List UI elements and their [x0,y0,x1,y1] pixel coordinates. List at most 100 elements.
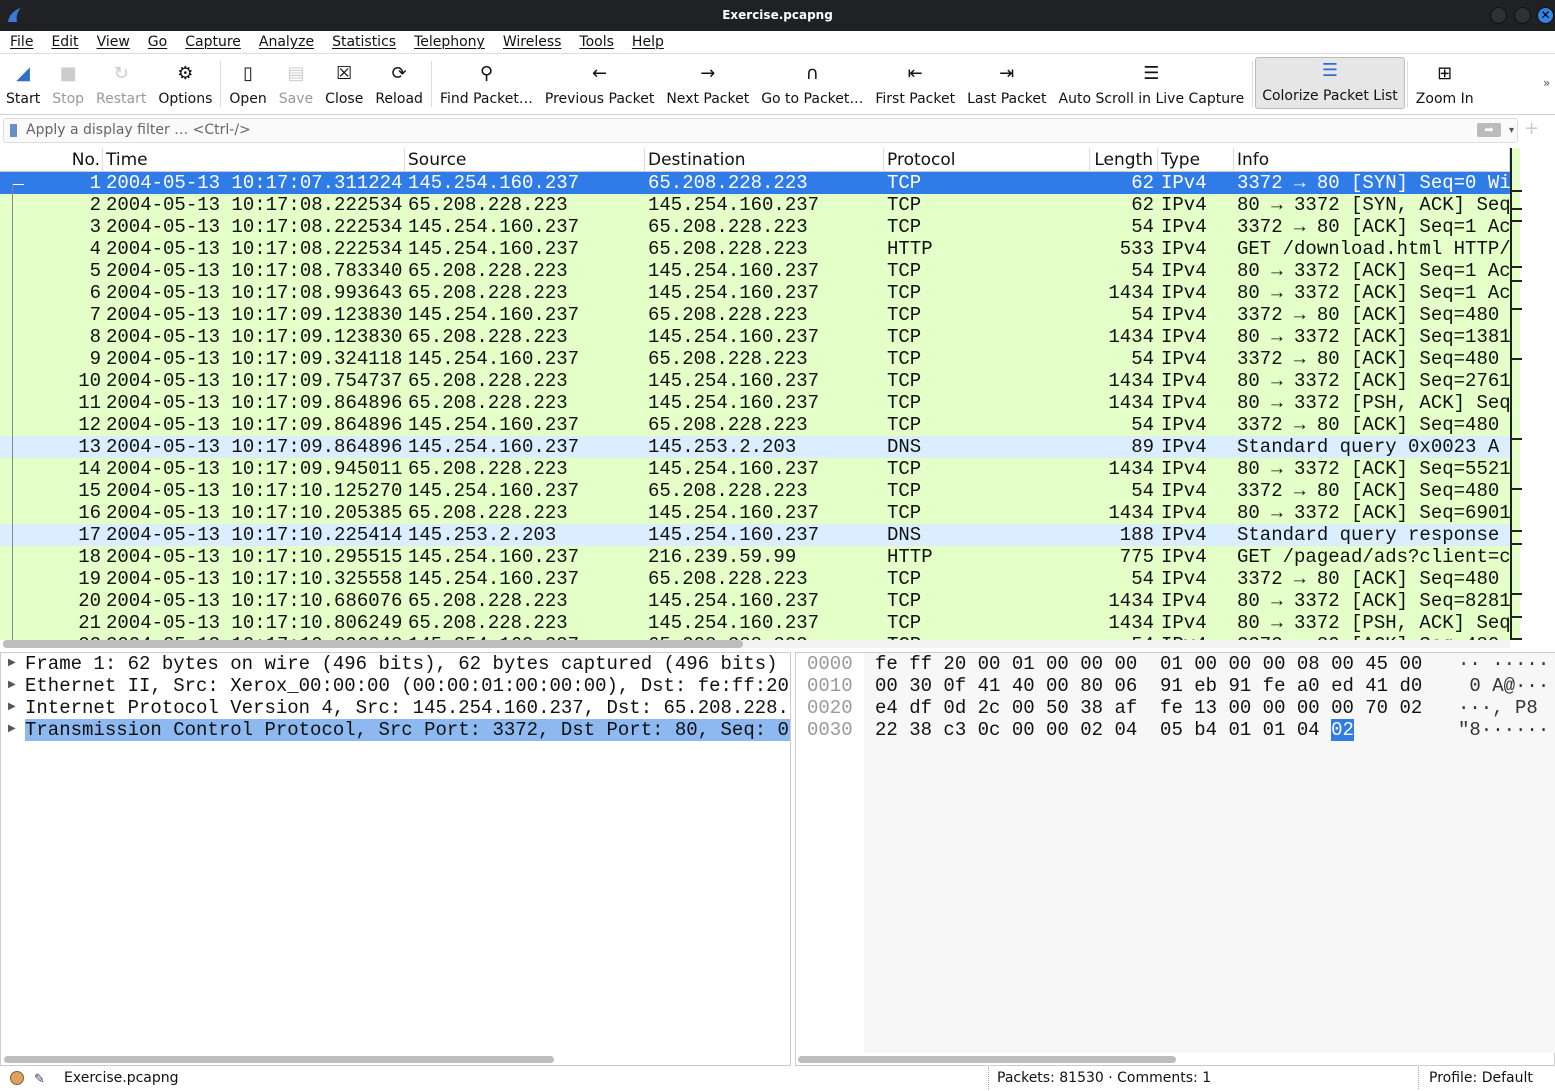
hex-bytes[interactable]: fe ff 20 00 01 00 00 00 01 00 00 00 08 0… [875,653,1422,675]
packet-row[interactable]: 21 2004-05-13 10:17:10.806249 65.208.228.2… [0,612,1510,634]
toolbar-options-button[interactable]: ⚙ Options [152,55,218,111]
column-header-source[interactable]: Source [405,148,645,171]
column-header-info[interactable]: Info [1234,148,1510,171]
menu-view[interactable]: View [87,31,138,53]
packet-row[interactable]: 1 2004-05-13 10:17:07.311224 145.254.160.2… [0,172,1510,194]
display-filter-input[interactable]: Apply a display filter … <Ctrl-/> ➡ ▾ [3,118,1518,143]
bookmark-icon[interactable] [10,124,17,137]
toolbar-last-packet-button[interactable]: ⇥ Last Packet [961,55,1052,111]
cell-destination: 145.254.160.237 [648,326,820,348]
menu-go[interactable]: Go [138,31,175,53]
apply-filter-arrow-icon[interactable]: ➡ [1477,123,1501,137]
menu-file[interactable]: File [0,31,41,53]
packet-row[interactable]: 6 2004-05-13 10:17:08.993643 65.208.228.22… [0,282,1510,304]
ascii-bytes[interactable]: ·· ····· [1458,653,1549,675]
packet-row[interactable]: 5 2004-05-13 10:17:08.783340 65.208.228.22… [0,260,1510,282]
toolbar-open-button[interactable]: ▯ Open [223,55,272,111]
hex-bytes[interactable]: 22 38 c3 0c 00 00 02 04 05 b4 01 01 04 0… [875,719,1354,741]
toolbar-overflow-button[interactable]: » [1543,76,1550,90]
detail-tree-item[interactable]: ▶ Internet Protocol Version 4, Src: 145.2… [1,697,790,719]
expand-triangle-icon[interactable]: ▶ [8,675,16,697]
packet-list-hscrollbar[interactable] [3,640,1510,648]
packet-row[interactable]: 19 2004-05-13 10:17:10.325558 145.254.160.… [0,568,1510,590]
hex-bytes[interactable]: e4 df 0d 2c 00 50 38 af fe 13 00 00 00 0… [875,697,1422,719]
add-filter-button-icon[interactable]: + [1524,118,1539,139]
ascii-bytes[interactable]: ···, P8 [1458,697,1538,719]
detail-tree-item[interactable]: ▶ Ethernet II, Src: Xerox_00:00:00 (00:00… [1,675,790,697]
menu-edit[interactable]: Edit [41,31,86,53]
profile-label[interactable]: Profile: Default [1418,1067,1533,1089]
toolbar-close-button[interactable]: ☒ Close [319,55,369,111]
scroll-thumb[interactable] [3,640,743,648]
expand-triangle-icon[interactable]: ▶ [8,697,16,719]
menu-telephony[interactable]: Telephony [404,31,493,53]
packet-row[interactable]: 9 2004-05-13 10:17:09.324118 145.254.160.2… [0,348,1510,370]
close-window-button[interactable]: ✕ [1537,7,1554,24]
hex-bytes-part[interactable]: 22 38 c3 0c 00 00 02 04 05 b4 01 01 04 [875,719,1331,741]
packet-list[interactable]: No. Time Source Destination Protocol Length Ty… [0,148,1510,640]
detail-tree-item[interactable]: ▶ Frame 1: 62 bytes on wire (496 bits), 6… [1,653,790,675]
hex-bytes[interactable]: 00 30 0f 41 40 00 80 06 91 eb 91 fe a0 e… [875,675,1422,697]
maximize-button[interactable] [1514,7,1531,24]
packet-row[interactable]: 11 2004-05-13 10:17:09.864896 65.208.228.2… [0,392,1510,414]
toolbar-find-packet-button[interactable]: ⚲ Find Packet… [434,55,539,111]
packet-row[interactable]: 3 2004-05-13 10:17:08.222534 145.254.160.2… [0,216,1510,238]
menu-analyze[interactable]: Analyze [249,31,322,53]
expand-triangle-icon[interactable]: ▶ [8,719,16,741]
cell-source: 145.254.160.237 [408,436,580,458]
toolbar-save-button[interactable]: ▤ Save [273,55,319,111]
cell-time: 2004-05-13 10:17:09.754737 [106,370,403,392]
packet-row[interactable]: 14 2004-05-13 10:17:09.945011 65.208.228.2… [0,458,1510,480]
minimize-button[interactable] [1490,7,1507,24]
hex-byte-highlighted[interactable]: 02 [1331,719,1354,741]
toolbar-next-packet-button[interactable]: → Next Packet [660,55,755,111]
toolbar-reload-button[interactable]: ⟳ Reload [369,55,429,111]
packet-row[interactable]: 8 2004-05-13 10:17:09.123830 65.208.228.22… [0,326,1510,348]
filter-dropdown-icon[interactable]: ▾ [1509,119,1514,142]
packet-minimap-scrollbar[interactable] [1510,148,1522,640]
toolbar-restart-button[interactable]: ↻ Restart [90,55,152,111]
menu-tools[interactable]: Tools [569,31,622,53]
ascii-bytes[interactable]: "8······ [1458,719,1549,741]
packet-row[interactable]: 16 2004-05-13 10:17:10.205385 65.208.228.2… [0,502,1510,524]
column-header-no[interactable]: No. [0,148,103,171]
menu-help[interactable]: Help [622,31,672,53]
packet-row[interactable]: 18 2004-05-13 10:17:10.295515 145.254.160.… [0,546,1510,568]
column-header-protocol[interactable]: Protocol [884,148,1090,171]
column-header-destination[interactable]: Destination [645,148,884,171]
toolbar-go-to-packet-button[interactable]: ∩ Go to Packet… [755,55,869,111]
menu-wireless[interactable]: Wireless [493,31,570,53]
menu-capture[interactable]: Capture [175,31,249,53]
column-header-time[interactable]: Time [103,148,405,171]
ascii-bytes[interactable]: 0 A@··· [1458,675,1549,697]
cell-length: 54 [1131,414,1154,436]
comment-icon[interactable]: ✎ [34,1069,45,1091]
packet-row[interactable]: 10 2004-05-13 10:17:09.754737 65.208.228.2… [0,370,1510,392]
packet-row[interactable]: 12 2004-05-13 10:17:09.864896 145.254.160.… [0,414,1510,436]
column-header-length[interactable]: Length [1090,148,1158,171]
expand-triangle-icon[interactable]: ▶ [8,653,16,675]
details-hscrollbar[interactable] [4,1056,554,1063]
toolbar-start-button[interactable]: ◢ Start [0,55,46,111]
toolbar-stop-button[interactable]: ■ Stop [46,55,90,111]
toolbar-first-packet-button[interactable]: ⇤ First Packet [869,55,961,111]
toolbar-zoom-in-button[interactable]: ⊞ Zoom In [1410,55,1480,111]
menu-statistics[interactable]: Statistics [322,31,404,53]
toolbar-previous-packet-button[interactable]: ← Previous Packet [539,55,660,111]
packet-row[interactable]: 20 2004-05-13 10:17:10.686076 65.208.228.2… [0,590,1510,612]
column-header-type[interactable]: Type [1158,148,1234,171]
packet-bytes-pane[interactable]: 0000 fe ff 20 00 01 00 00 00 01 00 00 00 … [795,652,1555,1066]
packet-row[interactable]: 2 2004-05-13 10:17:08.222534 65.208.228.22… [0,194,1510,216]
expert-info-icon[interactable] [10,1071,24,1085]
toolbar-auto-scroll-in-live-capture-button[interactable]: ☰ Auto Scroll in Live Capture [1053,55,1251,111]
bytes-hscrollbar[interactable] [798,1056,1176,1063]
toolbar-colorize-packet-list-button[interactable]: ☰ Colorize Packet List [1255,57,1405,109]
packet-row[interactable]: 17 2004-05-13 10:17:10.225414 145.253.2.20… [0,524,1510,546]
cell-info: 3372 → 80 [ACK] Seq=480 [1237,480,1500,502]
packet-row[interactable]: 13 2004-05-13 10:17:09.864896 145.254.160.… [0,436,1510,458]
detail-tree-item[interactable]: ▶ Transmission Control Protocol, Src Port… [1,719,790,741]
packet-details-pane[interactable]: ▶ Frame 1: 62 bytes on wire (496 bits), 6… [0,652,791,1066]
packet-row[interactable]: 7 2004-05-13 10:17:09.123830 145.254.160.2… [0,304,1510,326]
packet-row[interactable]: 4 2004-05-13 10:17:08.222534 145.254.160.2… [0,238,1510,260]
packet-row[interactable]: 15 2004-05-13 10:17:10.125270 145.254.160.… [0,480,1510,502]
